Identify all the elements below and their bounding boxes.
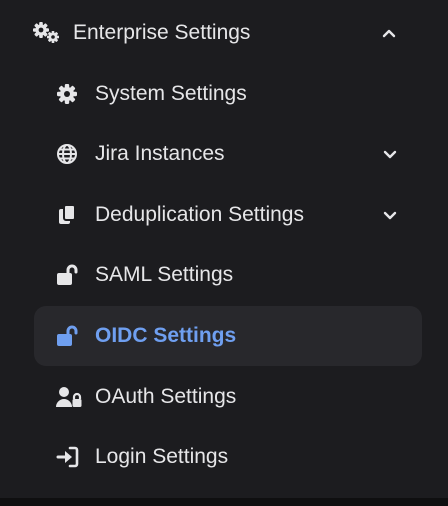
lock-open-icon [56, 264, 80, 286]
sidebar-item-oidc-settings[interactable]: OIDC Settings [34, 306, 422, 366]
user-lock-icon [56, 386, 82, 408]
chevron-up-icon[interactable] [380, 24, 398, 42]
sidebar-item-system-settings[interactable]: System Settings [34, 64, 422, 124]
lock-open-icon [56, 325, 80, 347]
sidebar-item-label: SAML Settings [95, 263, 234, 286]
sidebar-item-jira-instances[interactable]: Jira Instances [34, 124, 422, 184]
sidebar-item-oauth-settings[interactable]: OAuth Settings [34, 367, 422, 427]
sidebar-item-label: Jira Instances [95, 142, 225, 165]
sidebar-item-deduplication-settings[interactable]: Deduplication Settings [34, 185, 422, 245]
sidebar-nav: Enterprise Settings System Settings Jira… [0, 0, 448, 498]
globe-icon [56, 143, 80, 165]
sidebar-item-label: Login Settings [95, 445, 229, 468]
sidebar-item-saml-settings[interactable]: SAML Settings [34, 245, 422, 305]
sidebar-item-label: OIDC Settings [95, 324, 237, 347]
chevron-down-icon[interactable] [381, 145, 399, 163]
gear-icon [56, 83, 80, 105]
sidebar-group-label: Enterprise Settings [73, 21, 251, 44]
sidebar-item-label: System Settings [95, 82, 247, 105]
sign-in-icon [56, 446, 80, 468]
chevron-down-icon[interactable] [381, 206, 399, 224]
sidebar-item-label: OAuth Settings [95, 385, 237, 408]
sidebar-item-login-settings[interactable]: Login Settings [34, 427, 422, 487]
copy-icon [56, 204, 80, 226]
sidebar-group-enterprise-settings[interactable]: Enterprise Settings [16, 8, 416, 58]
sidebar-item-label: Deduplication Settings [95, 203, 304, 226]
gears-icon [32, 21, 62, 45]
